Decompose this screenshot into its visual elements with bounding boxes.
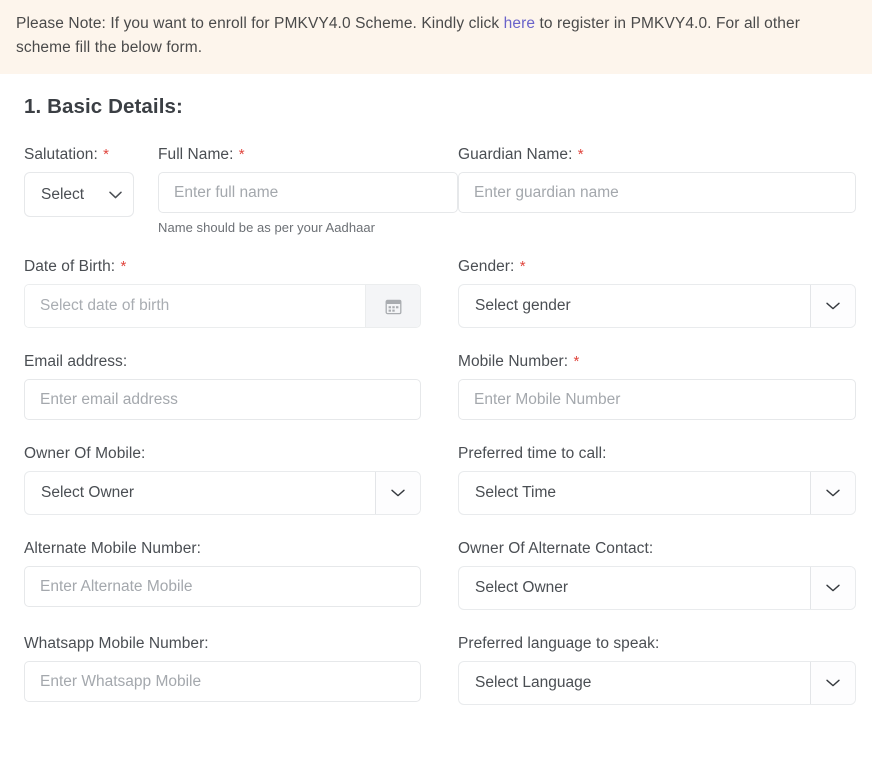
form-row-dob-gender: Date of Birth: * Select date of birth Ge… xyxy=(24,258,856,329)
mobile-number-label: Mobile Number: * xyxy=(458,353,580,371)
calendar-icon xyxy=(385,298,402,315)
field-guardian-name: Guardian Name: * xyxy=(458,146,856,235)
alternate-mobile-number-label: Alternate Mobile Number: xyxy=(24,540,201,558)
required-asterisk: * xyxy=(238,146,245,164)
date-of-birth-group xyxy=(24,284,421,329)
salutation-label: Salutation: * xyxy=(24,146,110,164)
full-name-helper-text: Name should be as per your Aadhaar xyxy=(158,220,376,236)
guardian-name-input[interactable] xyxy=(458,172,856,214)
chevron-down-icon xyxy=(810,472,855,515)
chevron-down-icon xyxy=(810,567,855,610)
owner-of-alternate-contact-selected-value: Select Owner xyxy=(475,579,569,597)
notice-text: Please Note: If you want to enroll for P… xyxy=(16,12,856,60)
date-of-birth-label: Date of Birth: * xyxy=(24,258,127,276)
alternate-mobile-number-input[interactable] xyxy=(24,566,421,608)
chevron-down-icon xyxy=(109,191,122,199)
date-of-birth-input[interactable] xyxy=(25,285,365,328)
preferred-time-to-call-label: Preferred time to call: xyxy=(458,445,607,463)
field-preferred-language-to-speak: Preferred language to speak: Select Lang… xyxy=(458,635,856,706)
gender-label: Gender: * xyxy=(458,258,526,276)
field-gender: Gender: * Select gender xyxy=(458,258,856,329)
required-asterisk: * xyxy=(577,146,584,164)
gender-select[interactable]: Select gender xyxy=(458,284,856,329)
salutation-select[interactable]: Select xyxy=(24,172,134,218)
notice-banner: Please Note: If you want to enroll for P… xyxy=(0,0,872,75)
pmkvy-register-link[interactable]: here xyxy=(504,15,535,32)
form-row-email-mobile: Email address: Mobile Number: * xyxy=(24,353,856,421)
guardian-name-label: Guardian Name: * xyxy=(458,146,584,164)
date-picker-button[interactable] xyxy=(365,285,420,328)
field-salutation: Salutation: * Select xyxy=(24,146,158,235)
email-address-input[interactable] xyxy=(24,379,421,421)
preferred-language-to-speak-selected-value: Select Language xyxy=(475,674,592,692)
form-row-identity: Salutation: * Select Full Name: * Name s… xyxy=(24,146,856,235)
form-row-alternate-contact: Alternate Mobile Number: Owner Of Altern… xyxy=(24,540,856,611)
page-title: 1. Basic Details: xyxy=(24,95,183,119)
owner-of-mobile-selected-value: Select Owner xyxy=(41,484,135,502)
preferred-language-to-speak-label: Preferred language to speak: xyxy=(458,635,660,653)
owner-of-mobile-label: Owner Of Mobile: xyxy=(24,445,146,463)
field-alternate-mobile-number: Alternate Mobile Number: xyxy=(24,540,458,610)
mobile-number-input[interactable] xyxy=(458,379,856,421)
salutation-selected-value: Select xyxy=(41,185,85,203)
field-preferred-time-to-call: Preferred time to call: Select Time xyxy=(458,445,856,516)
email-address-label: Email address: xyxy=(24,353,128,371)
form-row-whatsapp-language: Whatsapp Mobile Number: Preferred langua… xyxy=(24,635,856,706)
owner-of-alternate-contact-label: Owner Of Alternate Contact: xyxy=(458,540,654,558)
basic-details-form: 1. Basic Details: Salutation: * Select F… xyxy=(0,95,872,706)
preferred-time-to-call-selected-value: Select Time xyxy=(475,484,556,502)
field-email-address: Email address: xyxy=(24,353,458,421)
full-name-input[interactable] xyxy=(158,172,458,214)
chevron-down-icon xyxy=(375,472,420,515)
gender-selected-value: Select gender xyxy=(475,297,571,315)
field-full-name: Full Name: * Name should be as per your … xyxy=(158,146,458,235)
required-asterisk: * xyxy=(103,146,110,164)
full-name-label: Full Name: * xyxy=(158,146,245,164)
whatsapp-mobile-number-input[interactable] xyxy=(24,661,421,703)
preferred-language-to-speak-select[interactable]: Select Language xyxy=(458,661,856,706)
field-owner-of-mobile: Owner Of Mobile: Select Owner xyxy=(24,445,458,516)
form-row-mobile-owner: Owner Of Mobile: Select Owner Preferred … xyxy=(24,445,856,516)
owner-of-alternate-contact-select[interactable]: Select Owner xyxy=(458,566,856,611)
required-asterisk: * xyxy=(519,258,526,276)
required-asterisk: * xyxy=(573,353,580,371)
owner-of-mobile-select[interactable]: Select Owner xyxy=(24,471,421,516)
chevron-down-icon xyxy=(810,662,855,705)
required-asterisk: * xyxy=(120,258,127,276)
chevron-down-icon xyxy=(810,285,855,328)
notice-text-before-link: Please Note: If you want to enroll for P… xyxy=(16,15,504,32)
field-mobile-number: Mobile Number: * xyxy=(458,353,856,421)
preferred-time-to-call-select[interactable]: Select Time xyxy=(458,471,856,516)
field-whatsapp-mobile-number: Whatsapp Mobile Number: xyxy=(24,635,458,705)
field-owner-of-alternate-contact: Owner Of Alternate Contact: Select Owner xyxy=(458,540,856,611)
field-date-of-birth: Date of Birth: * xyxy=(24,258,458,329)
whatsapp-mobile-number-label: Whatsapp Mobile Number: xyxy=(24,635,209,653)
